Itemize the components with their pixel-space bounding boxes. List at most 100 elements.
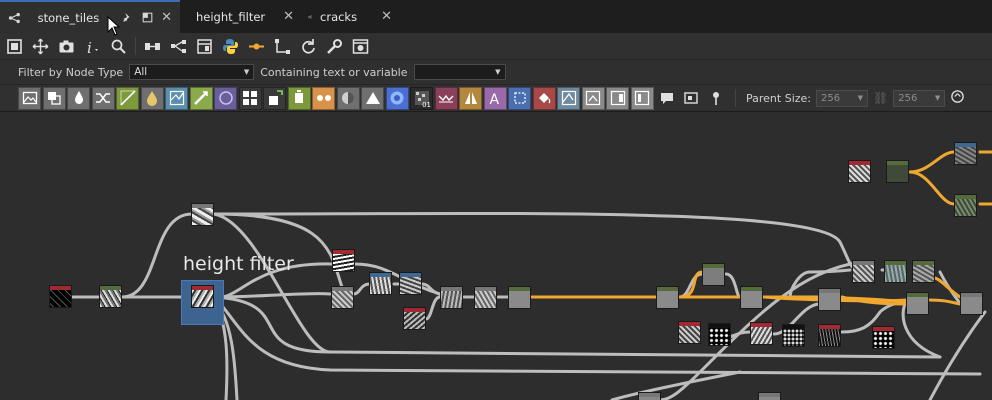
center-icon[interactable] <box>30 36 51 57</box>
svg-text:A: A <box>490 92 500 106</box>
close-icon[interactable]: ✕ <box>283 9 294 24</box>
graph-node[interactable] <box>818 324 841 347</box>
graph-node[interactable] <box>191 203 214 226</box>
graph-node[interactable] <box>332 249 355 272</box>
filter-text-select[interactable]: ▼ <box>413 64 506 80</box>
graph-node[interactable] <box>638 392 661 400</box>
tab-cracks[interactable]: cracks ✕ <box>300 0 400 33</box>
levels-icon[interactable] <box>116 86 139 110</box>
transform-icon[interactable] <box>434 86 458 110</box>
tab-height-filter[interactable]: height_filter ✕ <box>180 0 300 33</box>
gradient-icon[interactable] <box>189 86 213 110</box>
frame-title[interactable]: height filter <box>183 253 294 275</box>
graph-node[interactable] <box>331 286 354 309</box>
info-icon[interactable]: i <box>82 36 103 57</box>
dice-icon[interactable]: 01 <box>410 86 433 110</box>
paint-bucket-icon[interactable] <box>532 86 556 110</box>
graph-canvas[interactable]: height filter <box>0 112 992 400</box>
graph-node[interactable] <box>49 285 72 308</box>
link-chain-icon[interactable]: ⛓ <box>873 91 888 105</box>
bitmap-icon[interactable] <box>18 86 41 110</box>
crop-icon[interactable] <box>508 86 531 110</box>
svg-icon[interactable] <box>42 86 66 110</box>
filter-bar: Filter by Node Type All ▼ Containing tex… <box>0 59 992 84</box>
graph-node[interactable] <box>954 194 977 217</box>
graph-node[interactable] <box>954 142 977 165</box>
frame-icon[interactable] <box>680 87 703 110</box>
output-icon[interactable] <box>581 86 605 110</box>
node-align-icon[interactable] <box>142 36 163 57</box>
pin-node-icon[interactable] <box>704 87 727 110</box>
graph-node[interactable] <box>852 260 875 283</box>
tab-label: stone_tiles <box>37 10 100 25</box>
parent-size-width-select[interactable]: 256 ▼ <box>816 89 868 107</box>
graph-node[interactable] <box>872 326 895 349</box>
symmetry-icon[interactable] <box>459 86 482 110</box>
switch-icon[interactable] <box>91 86 115 110</box>
shape-icon[interactable] <box>557 86 580 110</box>
curve-icon[interactable] <box>214 86 237 110</box>
graph-node[interactable] <box>440 286 463 309</box>
graph-node[interactable] <box>474 286 497 309</box>
graph-node[interactable] <box>678 321 701 344</box>
graph-node[interactable] <box>99 285 122 308</box>
graph-node[interactable] <box>884 260 907 283</box>
tab-stone-tiles[interactable]: stone_tiles ✕ <box>0 0 180 33</box>
close-icon[interactable]: ✕ <box>381 9 392 24</box>
view-icon[interactable] <box>350 36 371 57</box>
graph-node[interactable] <box>758 392 781 400</box>
graph-node[interactable] <box>702 263 725 286</box>
comment-icon[interactable] <box>655 87 678 110</box>
python-icon[interactable] <box>220 36 241 57</box>
noise-icon[interactable] <box>385 86 409 110</box>
float-icon[interactable] <box>141 11 153 25</box>
uniform-color-icon[interactable] <box>67 86 90 110</box>
graph-node[interactable] <box>848 160 871 183</box>
graph-node[interactable] <box>906 292 929 315</box>
graph-icon[interactable] <box>168 36 189 57</box>
graph-node[interactable] <box>782 324 805 347</box>
close-icon[interactable]: ✕ <box>161 10 172 25</box>
frame-all-icon[interactable] <box>4 36 25 57</box>
graph-node[interactable] <box>750 322 773 345</box>
value-icon[interactable] <box>630 86 654 110</box>
fill-icon[interactable] <box>263 86 286 110</box>
histogram-icon[interactable] <box>361 86 384 110</box>
blend-icon[interactable] <box>140 86 164 110</box>
graph-node[interactable] <box>369 272 392 295</box>
connector-node-icon[interactable] <box>312 86 335 110</box>
graph-node[interactable] <box>191 285 214 308</box>
reset-icon[interactable] <box>298 36 319 57</box>
library-icon[interactable] <box>194 36 215 57</box>
sphere-icon[interactable] <box>336 86 360 110</box>
parent-size-width-value: 256 <box>821 92 841 104</box>
parent-size-height-select[interactable]: 256 ▼ <box>893 89 946 107</box>
graph-node[interactable] <box>818 288 841 311</box>
filter-type-select[interactable]: All ▼ <box>129 64 255 80</box>
graph-node[interactable] <box>960 292 983 315</box>
pin-icon[interactable] <box>121 11 133 25</box>
wrench-icon[interactable] <box>324 36 345 57</box>
text-icon[interactable]: A <box>483 86 507 110</box>
node-palette: 01 A Parent Size: 256 ▼ ⛓ 256 ▼ <box>0 84 992 112</box>
graph-node[interactable] <box>740 286 763 309</box>
link-icon[interactable] <box>272 36 293 57</box>
graph-node[interactable] <box>399 272 422 295</box>
filter-type-value: All <box>134 66 148 78</box>
graph-node[interactable] <box>508 286 531 309</box>
graph-node[interactable] <box>886 160 909 183</box>
input-icon[interactable] <box>606 86 629 110</box>
graph-node[interactable] <box>912 260 935 283</box>
graph-node[interactable] <box>708 323 731 346</box>
graph-node[interactable] <box>656 286 679 309</box>
graph-icon <box>8 12 20 23</box>
tile-generator-icon[interactable] <box>238 86 262 110</box>
graph-node[interactable] <box>403 307 426 330</box>
pbr-icon[interactable] <box>287 86 311 110</box>
camera-icon[interactable] <box>56 36 77 57</box>
reset-size-icon[interactable] <box>950 89 965 107</box>
dice-label: 01 <box>422 100 431 109</box>
connector-icon[interactable] <box>246 36 267 57</box>
warp-icon[interactable] <box>165 86 188 110</box>
search-icon[interactable] <box>108 36 129 57</box>
